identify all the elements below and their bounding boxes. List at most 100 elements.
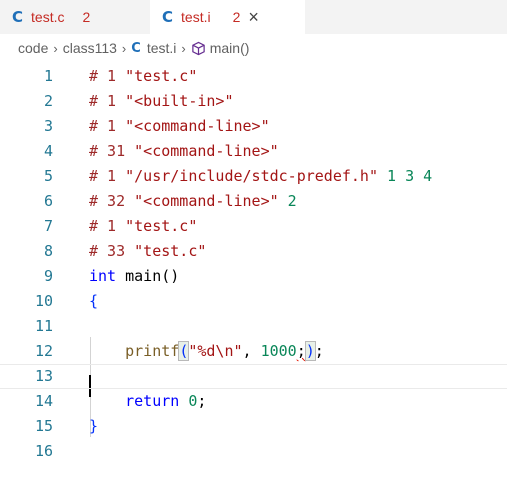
code-token: # 31 (89, 142, 135, 160)
code-token: "<built-in>" (125, 92, 234, 110)
line-number: 13 (34, 367, 53, 385)
line-number: 16 (34, 442, 53, 460)
code-line[interactable]: 4 # 31 "<command-line>" (0, 139, 507, 164)
code-token: "test.c" (134, 242, 207, 260)
tab-test-c[interactable]: C test.c 2 (0, 0, 150, 34)
code-token: () (161, 267, 180, 285)
tab-label: test.i (181, 9, 211, 25)
line-code: printf("%d\n", 1000;); (89, 339, 324, 364)
breadcrumb-folder-class113[interactable]: class113 (63, 40, 117, 56)
line-code: # 1 "/usr/include/stdc-predef.h" 1 3 4 (89, 164, 432, 189)
code-token: "test.c" (125, 67, 198, 85)
line-number: 5 (43, 167, 53, 185)
code-line[interactable]: 14 return 0; (0, 389, 507, 414)
line-code: # 1 "<built-in>" (89, 89, 234, 114)
chevron-right-icon: › (53, 40, 58, 56)
code-token: , (242, 342, 261, 360)
line-code: return 0; (89, 389, 206, 414)
code-line[interactable]: 15} (0, 414, 507, 439)
line-number: 14 (34, 392, 53, 410)
line-code: { (89, 289, 98, 314)
code-line[interactable]: 2 # 1 "<built-in>" (0, 89, 507, 114)
tab-bar-empty-area (305, 0, 507, 34)
code-line[interactable]: 13 (0, 364, 507, 389)
code-token: "test.c" (125, 217, 198, 235)
line-number: 10 (34, 292, 53, 310)
line-number: 8 (43, 242, 53, 260)
code-token: main (116, 267, 162, 285)
problem-count-badge: 2 (232, 9, 241, 25)
breadcrumb-file-test-i[interactable]: test.i (147, 40, 177, 56)
code-token: # 32 (89, 192, 135, 210)
c-file-icon: C (12, 8, 24, 26)
tab-label: test.c (31, 9, 65, 25)
code-token: "<command-line>" (134, 142, 279, 160)
code-token: 2 (278, 192, 297, 210)
line-code: # 32 "<command-line>" 2 (89, 189, 297, 214)
code-token: # 1 (89, 117, 126, 135)
tab-test-i[interactable]: C test.i 2 × (150, 0, 305, 34)
code-token: ; (314, 342, 324, 360)
code-token: # 1 (89, 217, 126, 235)
matched-bracket: ) (304, 341, 316, 361)
line-code: # 1 "<command-line>" (89, 114, 270, 139)
code-token: int (89, 267, 117, 285)
code-line[interactable]: 11 (0, 314, 507, 339)
code-token: "<command-line>" (134, 192, 279, 210)
breadcrumb-folder-code[interactable]: code (18, 40, 48, 56)
code-token: printf (89, 342, 180, 360)
code-editor[interactable]: 1 # 1 "test.c" 2 # 1 "<built-in>" 3 # 1 "<com… (0, 62, 507, 489)
line-number: 7 (43, 217, 53, 235)
code-token: # 33 (89, 242, 135, 260)
line-code: # 1 "test.c" (89, 214, 197, 239)
code-line[interactable]: 7 # 1 "test.c" (0, 214, 507, 239)
symbol-method-icon (192, 41, 205, 55)
c-file-icon: C (131, 40, 141, 56)
code-line[interactable]: 16 (0, 439, 507, 464)
line-code: int main() (89, 264, 179, 289)
line-number: 9 (43, 267, 53, 285)
tab-bar: C test.c 2 C test.i 2 × (0, 0, 507, 34)
error-squiggle: ; (296, 342, 306, 360)
line-number: 11 (34, 317, 53, 335)
code-token: 1 3 4 (378, 167, 433, 185)
code-line[interactable]: 9 int main() (0, 264, 507, 289)
breadcrumb-symbol-main[interactable]: main() (210, 40, 250, 56)
line-number: 3 (43, 117, 53, 135)
code-line[interactable]: 6 # 32 "<command-line>" 2 (0, 189, 507, 214)
c-file-icon: C (162, 8, 174, 26)
code-token: } (89, 417, 99, 435)
line-code: } (89, 414, 98, 439)
code-token: { (89, 292, 99, 310)
line-number: 12 (34, 342, 53, 360)
code-token: # 1 (89, 167, 126, 185)
code-line[interactable]: 1 # 1 "test.c" (0, 64, 507, 89)
line-code: # 31 "<command-line>" (89, 139, 279, 164)
code-token: "%d\n" (188, 342, 243, 360)
code-line[interactable]: 5 # 1 "/usr/include/stdc-predef.h" 1 3 4 (0, 164, 507, 189)
code-token: "/usr/include/stdc-predef.h" (125, 167, 378, 185)
code-line[interactable]: 8 # 33 "test.c" (0, 239, 507, 264)
code-line[interactable]: 3 # 1 "<command-line>" (0, 114, 507, 139)
line-number: 4 (43, 142, 53, 160)
line-code: # 1 "test.c" (89, 64, 197, 89)
code-token: # 1 (89, 67, 126, 85)
code-token: return (89, 392, 180, 410)
line-code: # 33 "test.c" (89, 239, 206, 264)
line-number: 15 (34, 417, 53, 435)
chevron-right-icon: › (181, 40, 186, 56)
code-token: 1000 (260, 342, 297, 360)
line-number: 1 (43, 67, 53, 85)
code-line[interactable]: 10 { (0, 289, 507, 314)
code-token: "<command-line>" (125, 117, 270, 135)
close-icon[interactable]: × (248, 8, 259, 26)
code-token: ; (197, 392, 207, 410)
code-token: # 1 (89, 92, 126, 110)
problem-count-badge: 2 (82, 9, 91, 25)
line-number: 6 (43, 192, 53, 210)
chevron-right-icon: › (121, 40, 127, 56)
breadcrumb: code › class113 › C test.i › main() (18, 36, 249, 60)
matched-bracket: ( (178, 341, 190, 361)
code-line[interactable]: 12 printf("%d\n", 1000;); (0, 339, 507, 364)
